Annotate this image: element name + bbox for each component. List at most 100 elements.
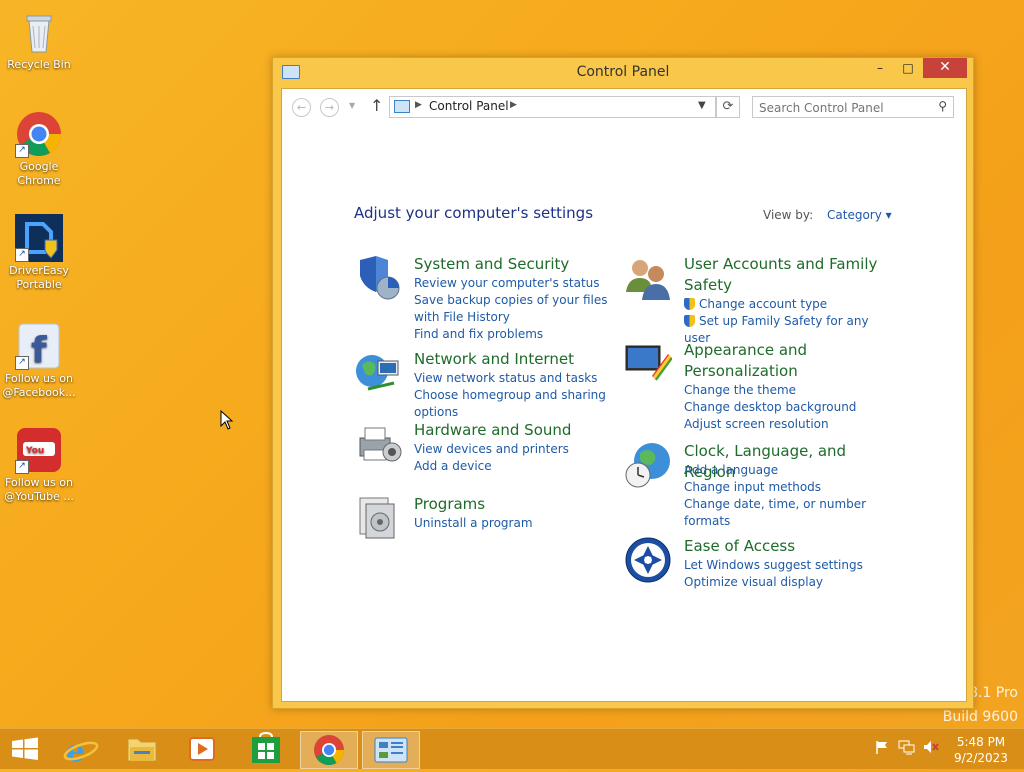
- link-suggest-settings[interactable]: Let Windows suggest settings: [684, 557, 894, 574]
- up-button[interactable]: ↑: [370, 96, 383, 115]
- refresh-button[interactable]: ⟳: [716, 96, 740, 118]
- clock-globe-icon[interactable]: [624, 441, 672, 489]
- uac-shield-icon: [684, 298, 695, 310]
- windows-logo-icon: [12, 737, 38, 760]
- recycle-bin-icon: [15, 8, 63, 56]
- chevron-right-icon[interactable]: ▶: [510, 100, 517, 110]
- category-title[interactable]: User Accounts and Family Safety: [684, 254, 894, 296]
- link-desktop-background[interactable]: Change desktop background: [684, 399, 894, 416]
- forward-button[interactable]: →: [320, 98, 339, 117]
- search-box[interactable]: ⚲: [752, 96, 954, 118]
- store-icon: [252, 731, 280, 763]
- category-links: View network status and tasks Choose hom…: [414, 370, 624, 421]
- taskbar-internet-explorer[interactable]: e: [54, 731, 110, 769]
- view-by-dropdown[interactable]: Category ▾: [827, 208, 892, 222]
- desktop-icon-facebook[interactable]: f ↗ Follow us on @Facebook...: [2, 322, 76, 400]
- address-bar[interactable]: ▶ Control Panel ▶ ▼: [389, 96, 716, 118]
- taskbar-control-panel[interactable]: [362, 731, 420, 769]
- view-by: View by: Category ▾: [763, 208, 892, 222]
- internet-explorer-icon: e: [63, 734, 99, 769]
- category-links: Uninstall a program: [414, 515, 624, 532]
- desktop-icon-recycle-bin[interactable]: Recycle Bin: [2, 8, 76, 72]
- breadcrumb-control-panel[interactable]: Control Panel: [429, 99, 509, 113]
- control-panel-icon: [374, 737, 408, 763]
- link-homegroup[interactable]: Choose homegroup and sharing options: [414, 387, 624, 421]
- category-title[interactable]: Hardware and Sound: [414, 420, 624, 441]
- system-clock[interactable]: 5:48 PM 9/2/2023: [946, 734, 1016, 766]
- link-review-status[interactable]: Review your computer's status: [414, 275, 624, 292]
- appearance-icon[interactable]: [624, 340, 673, 388]
- control-panel-window: Control Panel – □ ✕ ← → ▼ ↑ ▶ Control Pa…: [272, 57, 974, 709]
- category-links: Review your computer's status Save backu…: [414, 275, 624, 343]
- action-center-flag-icon[interactable]: [874, 739, 890, 759]
- maximize-button[interactable]: □: [895, 58, 921, 78]
- minimize-button[interactable]: –: [867, 58, 893, 78]
- chevron-down-icon[interactable]: ▼: [698, 100, 706, 111]
- printer-icon[interactable]: [354, 420, 402, 468]
- chrome-icon: [314, 735, 344, 766]
- window-content: ← → ▼ ↑ ▶ Control Panel ▶ ▼ ⟳ ⚲ Adjust y…: [281, 88, 967, 702]
- link-add-device[interactable]: Add a device: [414, 458, 624, 475]
- link-add-language[interactable]: Add a language: [684, 462, 894, 479]
- taskbar-store[interactable]: [238, 731, 294, 767]
- desktop-icon-label: Follow us on @YouTube ...: [4, 476, 74, 503]
- link-uninstall-program[interactable]: Uninstall a program: [414, 515, 624, 532]
- category-links: Add a language Change input methods Chan…: [684, 462, 894, 530]
- shortcut-arrow-icon: ↗: [15, 356, 29, 370]
- taskbar-chrome[interactable]: [300, 731, 358, 769]
- network-icon[interactable]: [898, 739, 916, 759]
- link-find-fix-problems[interactable]: Find and fix problems: [414, 326, 624, 343]
- category-title[interactable]: Appearance and Personalization: [684, 340, 894, 382]
- link-optimize-visual[interactable]: Optimize visual display: [684, 574, 894, 591]
- category-title[interactable]: System and Security: [414, 254, 624, 275]
- category-title[interactable]: Network and Internet: [414, 349, 624, 370]
- users-icon[interactable]: [624, 254, 672, 302]
- desktop-icon-drivereasy[interactable]: ↗ DriverEasy Portable: [2, 214, 76, 292]
- link-change-theme[interactable]: Change the theme: [684, 382, 894, 399]
- desktop-icon-label: Follow us on @Facebook...: [2, 372, 76, 399]
- title-bar[interactable]: Control Panel – □ ✕: [273, 58, 973, 86]
- link-file-history[interactable]: Save backup copies of your files with Fi…: [414, 292, 624, 326]
- page-title: Adjust your computer's settings: [354, 204, 594, 222]
- youtube-icon: You ↗: [15, 426, 63, 474]
- search-input[interactable]: [753, 99, 929, 117]
- watermark-edition: 8.1 Pro: [969, 685, 1018, 701]
- clock-time: 5:48 PM: [956, 735, 1006, 749]
- category-title[interactable]: Ease of Access: [684, 536, 894, 557]
- clock-date: 9/2/2023: [954, 751, 1008, 765]
- link-network-status[interactable]: View network status and tasks: [414, 370, 624, 387]
- link-screen-resolution[interactable]: Adjust screen resolution: [684, 416, 894, 433]
- link-change-account-type[interactable]: Change account type: [684, 296, 894, 313]
- recent-locations-dropdown[interactable]: ▼: [349, 101, 355, 110]
- svg-text:You: You: [25, 446, 44, 456]
- category-links: View devices and printers Add a device: [414, 441, 624, 475]
- desktop-icon-google-chrome[interactable]: ↗ Google Chrome: [2, 110, 76, 188]
- shortcut-arrow-icon: ↗: [15, 248, 29, 262]
- ease-of-access-icon[interactable]: [624, 536, 672, 584]
- category-title[interactable]: Programs: [414, 494, 624, 515]
- category-links: Let Windows suggest settings Optimize vi…: [684, 557, 894, 591]
- control-panel-icon: [394, 100, 410, 113]
- watermark-build: Build 9600: [942, 709, 1018, 725]
- volume-muted-icon[interactable]: [922, 739, 940, 759]
- network-globe-icon[interactable]: [354, 349, 402, 397]
- chevron-right-icon: ▶: [415, 100, 422, 110]
- close-button[interactable]: ✕: [923, 58, 967, 78]
- start-button[interactable]: [0, 731, 50, 767]
- shield-icon[interactable]: [354, 254, 402, 302]
- media-player-icon: [189, 737, 215, 761]
- view-by-label: View by:: [763, 208, 814, 222]
- link-input-methods[interactable]: Change input methods: [684, 479, 894, 496]
- desktop-icon-label: Google Chrome: [17, 160, 61, 187]
- taskbar-media-player[interactable]: [174, 731, 230, 767]
- back-button[interactable]: ←: [292, 98, 311, 117]
- taskbar: e 5:48 PM 9/2/2023: [0, 728, 1024, 769]
- link-date-time-formats[interactable]: Change date, time, or number formats: [684, 496, 894, 530]
- search-icon[interactable]: ⚲: [938, 99, 947, 113]
- desktop-icon-youtube[interactable]: You ↗ Follow us on @YouTube ...: [2, 426, 76, 504]
- taskbar-file-explorer[interactable]: [114, 731, 170, 767]
- programs-icon[interactable]: [354, 494, 402, 542]
- facebook-icon: f ↗: [15, 322, 63, 371]
- mouse-cursor-icon: [220, 410, 234, 430]
- link-devices-printers[interactable]: View devices and printers: [414, 441, 624, 458]
